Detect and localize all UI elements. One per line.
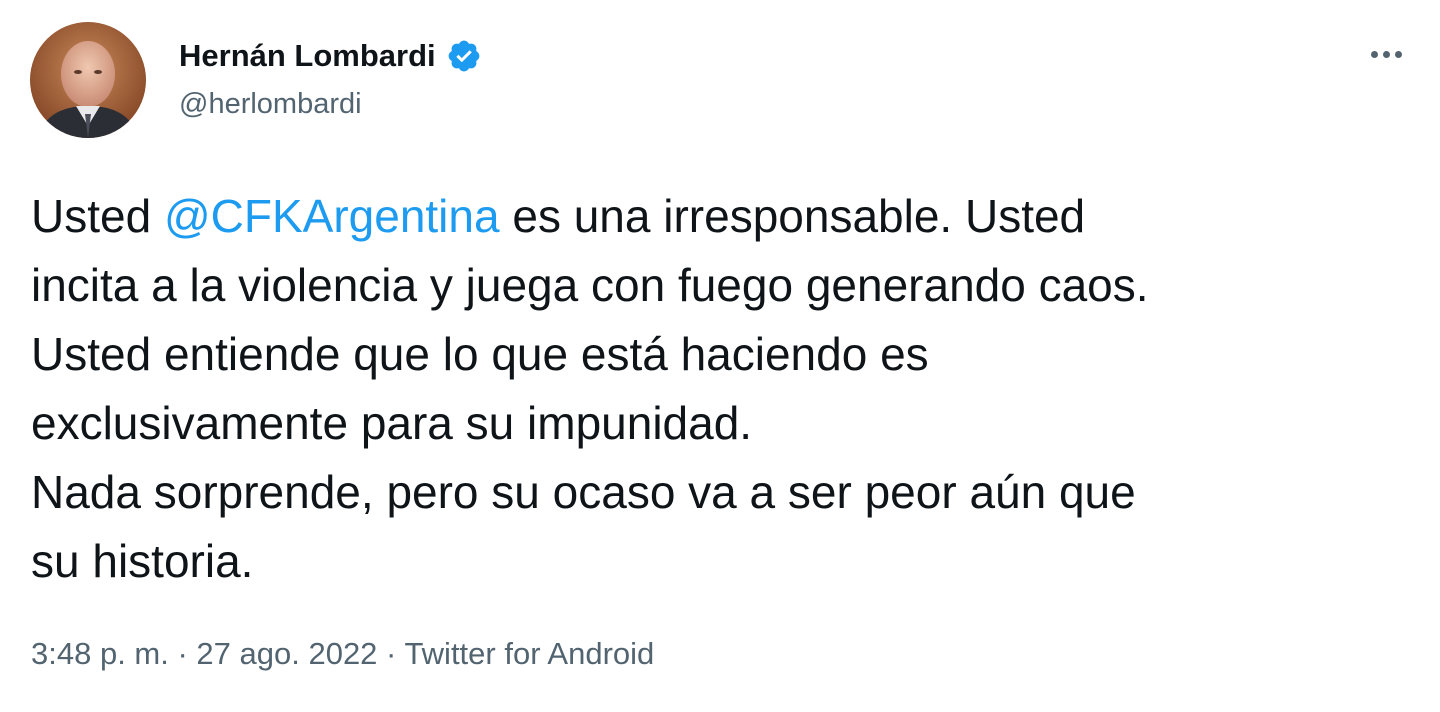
tweet-meta: 3:48 p. m. · 27 ago. 2022 · Twitter for … [31,636,654,672]
meta-separator: · [377,636,405,671]
more-dot [1394,50,1402,58]
tweet-time[interactable]: 3:48 p. m. [31,636,169,671]
more-options-icon[interactable] [1362,38,1410,70]
meta-separator: · [168,636,197,671]
tweet-line: exclusivamente para su impunidad. [31,397,753,449]
tweet-date[interactable]: 27 ago. 2022 [196,636,377,671]
tweet-line: incita a la violencia y juega con fuego … [31,259,1149,311]
tweet-line: Nada sorprende, pero su ocaso va a ser p… [31,466,1136,518]
author-handle[interactable]: @herlombardi [179,88,362,121]
tweet-line: Usted entiende que lo que está haciendo … [31,328,929,380]
tweet-card: Hernán Lombardi @herlombardi Usted @CFKA… [0,0,1440,712]
more-dot [1382,50,1390,58]
verified-badge-icon [446,38,482,74]
tweet-text-segment: es una irresponsable. Usted [499,190,1086,242]
mention-link[interactable]: @CFKArgentina [164,190,500,242]
author-name-row: Hernán Lombardi [179,36,482,76]
tweet-source[interactable]: Twitter for Android [404,636,654,671]
avatar-photo [30,22,146,138]
tweet-text: Usted @CFKArgentina es una irresponsable… [31,182,1421,596]
tweet-text-segment: Usted [31,190,164,242]
avatar[interactable] [30,22,146,138]
author-display-name[interactable]: Hernán Lombardi [179,38,436,74]
more-dot [1370,50,1378,58]
tweet-line: su historia. [31,535,254,587]
tweet-line: Usted @CFKArgentina es una irresponsable… [31,182,1421,251]
